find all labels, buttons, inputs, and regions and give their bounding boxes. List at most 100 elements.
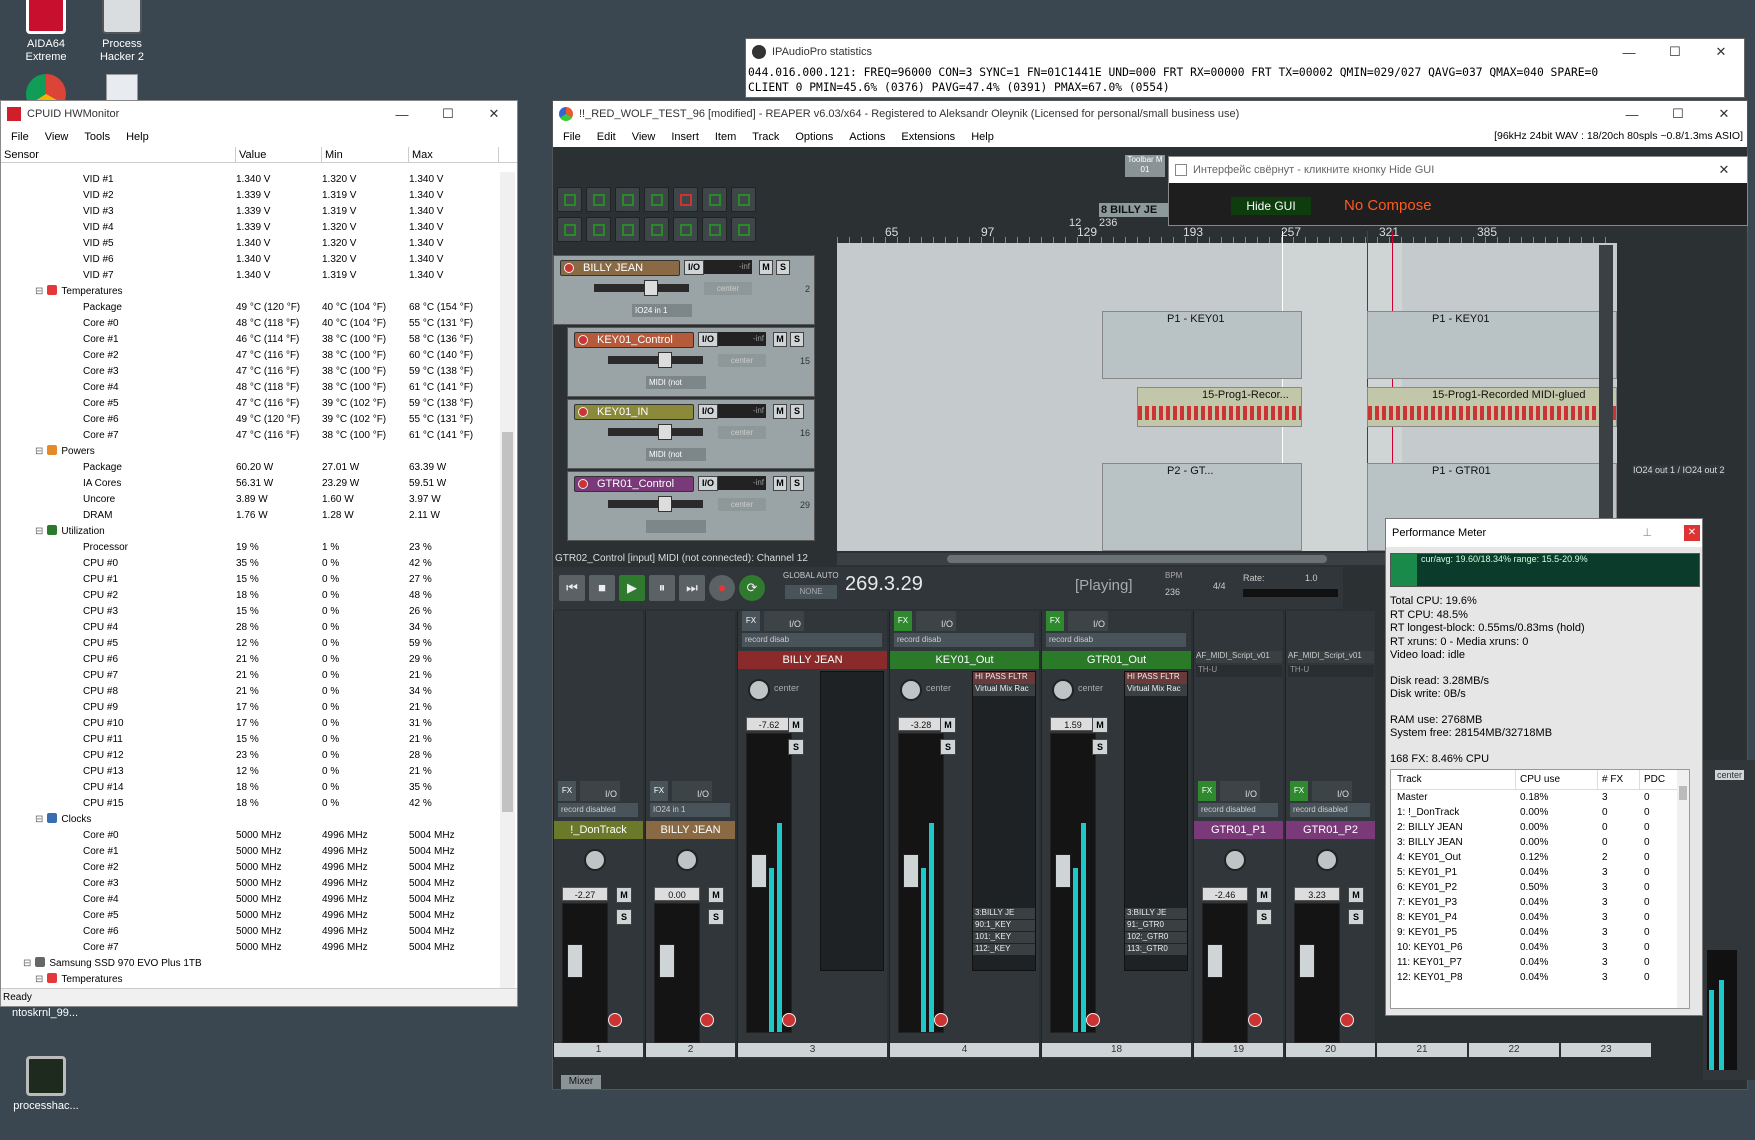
menu-options[interactable]: Options	[787, 131, 841, 143]
record-input-selector[interactable]: record disabled	[558, 803, 638, 817]
pin-icon[interactable]: ⊥	[1642, 519, 1652, 547]
sensor-row[interactable]: CPU #12 23 % 0 % 28 %	[1, 748, 499, 764]
solo-button[interactable]: S	[788, 739, 804, 755]
group-icon[interactable]	[702, 217, 727, 242]
fx-button[interactable]: FX	[1046, 611, 1064, 631]
sensor-row[interactable]: VID #7 1.340 V 1.319 V 1.340 V	[1, 268, 499, 284]
fx-slot[interactable]: HI PASS FLTR	[973, 672, 1035, 684]
auto-icon[interactable]	[731, 217, 756, 242]
fx-slot[interactable]: Virtual Mix Rac	[1125, 684, 1187, 696]
sensor-row[interactable]: VID #4 1.339 V 1.320 V 1.340 V	[1, 220, 499, 236]
pan-label[interactable]: center	[718, 498, 766, 511]
table-row[interactable]: 2: BILLY JEAN 0.00% 0 0	[1391, 820, 1689, 835]
sensor-row[interactable]: VID #3 1.339 V 1.319 V 1.340 V	[1, 204, 499, 220]
volume-slider[interactable]	[594, 280, 689, 296]
sensor-row[interactable]: Core #4 48 °C (118 °F) 38 °C (100 °F) 61 °C…	[1, 380, 499, 396]
track-input-selector[interactable]	[646, 520, 706, 533]
sensor-row[interactable]: Core #7 47 °C (116 °F) 38 °C (100 °F) 61 °C…	[1, 428, 499, 444]
sensor-row[interactable]: CPU #6 21 % 0 % 29 %	[1, 652, 499, 668]
sensor-row[interactable]: Core #3 5000 MHz 4996 MHz 5004 MHz	[1, 876, 499, 892]
scrollbar-thumb[interactable]	[502, 432, 513, 812]
sensor-row[interactable]: CPU #4 28 % 0 % 34 %	[1, 620, 499, 636]
menu-view[interactable]: View	[624, 131, 664, 143]
record-arm-icon[interactable]	[782, 1013, 796, 1027]
table-row[interactable]: 4: KEY01_Out 0.12% 2 0	[1391, 850, 1689, 865]
sensor-row[interactable]: Core #1 5000 MHz 4996 MHz 5004 MHz	[1, 844, 499, 860]
sensor-row[interactable]: DRAM 1.76 W 1.28 W 2.11 W	[1, 508, 499, 524]
mixer-strip[interactable]: KEY01_Out record disab FX I/O center -3.28 M S 4…	[889, 611, 1039, 1059]
mute-button[interactable]: M	[940, 717, 956, 733]
menu-file[interactable]: File	[555, 131, 589, 143]
sensor-row[interactable]: CPU #14 18 % 0 % 35 %	[1, 780, 499, 796]
fader-handle[interactable]	[903, 854, 919, 888]
record-icon[interactable]: ●	[709, 575, 735, 601]
io-button[interactable]: I/O	[1312, 781, 1352, 801]
rate-value[interactable]: 1.0	[1305, 573, 1318, 583]
sensor-row[interactable]: Core #2 47 °C (116 °F) 38 °C (100 °F) 60 °C…	[1, 348, 499, 364]
menu-actions[interactable]: Actions	[841, 131, 893, 143]
pan-knob[interactable]	[748, 679, 770, 701]
sensor-row[interactable]: Core #0 48 °C (118 °F) 40 °C (104 °F) 55 °C…	[1, 316, 499, 332]
fx-button[interactable]: FX	[1290, 781, 1308, 801]
bpm-value[interactable]: 236	[1165, 587, 1180, 597]
sensor-row[interactable]: Core #0 5000 MHz 4996 MHz 5004 MHz	[1, 828, 499, 844]
sensor-row[interactable]: Core #6 5000 MHz 4996 MHz 5004 MHz	[1, 924, 499, 940]
fx-button[interactable]: FX	[742, 611, 760, 631]
region-marker[interactable]: 8 BILLY JE	[1099, 203, 1169, 217]
pan-knob[interactable]	[584, 849, 606, 871]
maximize-icon[interactable]: ☐	[425, 101, 471, 127]
volume-readout[interactable]: -7.62	[746, 717, 792, 731]
pan-label[interactable]: center	[718, 426, 766, 439]
fx-chain-list[interactable]: HI PASS FLTR Virtual Mix Rac 3:BILLY JE 90:…	[972, 671, 1036, 971]
table-row[interactable]: 7: KEY01_P3 0.04% 3 0	[1391, 895, 1689, 910]
send-slot[interactable]: 91:_GTR0	[1125, 920, 1187, 932]
volume-readout[interactable]: -2.46	[1202, 887, 1248, 901]
fader-handle[interactable]	[659, 944, 675, 978]
sensor-row[interactable]: CPU #1 15 % 0 % 27 %	[1, 572, 499, 588]
send-slot[interactable]: 3:BILLY JE	[1125, 908, 1187, 920]
send-slot[interactable]: 102:_GTR0	[1125, 932, 1187, 944]
record-input-selector[interactable]: record disabled	[1198, 803, 1278, 817]
fader-handle[interactable]	[1299, 944, 1315, 978]
rate-slider[interactable]	[1243, 589, 1338, 597]
sensor-row[interactable]: ⊟ Samsung SSD 970 EVO Plus 1TB	[1, 956, 499, 972]
io-button[interactable]: I/O	[1068, 611, 1108, 631]
menu-edit[interactable]: Edit	[589, 131, 624, 143]
mute-button[interactable]: M	[773, 404, 787, 419]
io-button[interactable]: I/O	[580, 781, 620, 801]
media-item-p1-key01-a[interactable]: P1 - KEY01	[1102, 311, 1302, 379]
menu-insert[interactable]: Insert	[663, 131, 707, 143]
solo-button[interactable]: S	[708, 909, 724, 925]
table-row[interactable]: 5: KEY01_P1 0.04% 3 0	[1391, 865, 1689, 880]
undo-icon[interactable]	[644, 187, 669, 212]
record-input-selector[interactable]: record disab	[894, 633, 1034, 647]
sensor-row[interactable]: Package 60.20 W 27.01 W 63.39 W	[1, 460, 499, 476]
save-icon[interactable]	[615, 187, 640, 212]
global-auto-button[interactable]: NONE	[785, 585, 837, 599]
sensor-row[interactable]: ⊟ Temperatures	[1, 972, 499, 988]
track-panel[interactable]: GTR01_Control I/O M S -inf center 29	[567, 471, 815, 541]
script-name[interactable]: AF_MIDI_Script_v01	[1288, 651, 1374, 663]
record-arm-icon[interactable]	[578, 479, 588, 489]
table-row[interactable]: 3: BILLY JEAN 0.00% 0 0	[1391, 835, 1689, 850]
volume-slider[interactable]	[608, 424, 703, 440]
minimize-icon[interactable]: —	[379, 101, 425, 127]
sensor-row[interactable]: VID #6 1.340 V 1.320 V 1.340 V	[1, 252, 499, 268]
mute-button[interactable]: M	[759, 260, 773, 275]
record-arm-icon[interactable]	[578, 335, 588, 345]
solo-button[interactable]: S	[790, 404, 804, 419]
mute-button[interactable]: M	[1348, 887, 1364, 903]
track-panel[interactable]: BILLY JEAN I/O M S -inf center IO24 in 1 2	[553, 255, 815, 325]
io-button[interactable]: I/O	[1220, 781, 1260, 801]
solo-button[interactable]: S	[790, 476, 804, 491]
desktop-icon-ntoskrnl-label[interactable]: ntoskrnl_99...	[12, 1007, 78, 1019]
close-icon[interactable]: ✕	[1684, 525, 1700, 541]
mixer-strip[interactable]: BILLY JEAN IO24 in 1 FX I/O 0.00 M S 2	[645, 611, 735, 1059]
media-item-prog1-a[interactable]: 15-Prog1-Recor...	[1137, 387, 1302, 427]
volume-readout[interactable]: -3.28	[898, 717, 944, 731]
sensor-row[interactable]: ⊟ Temperatures	[1, 284, 499, 300]
mixer-strip[interactable]: GTR01_P1 record disabled FX I/O -2.46 M S 19 AF_…	[1193, 611, 1283, 1059]
solo-button[interactable]: S	[940, 739, 956, 755]
solo-button[interactable]: S	[1256, 909, 1272, 925]
table-row[interactable]: 9: KEY01_P5 0.04% 3 0	[1391, 925, 1689, 940]
